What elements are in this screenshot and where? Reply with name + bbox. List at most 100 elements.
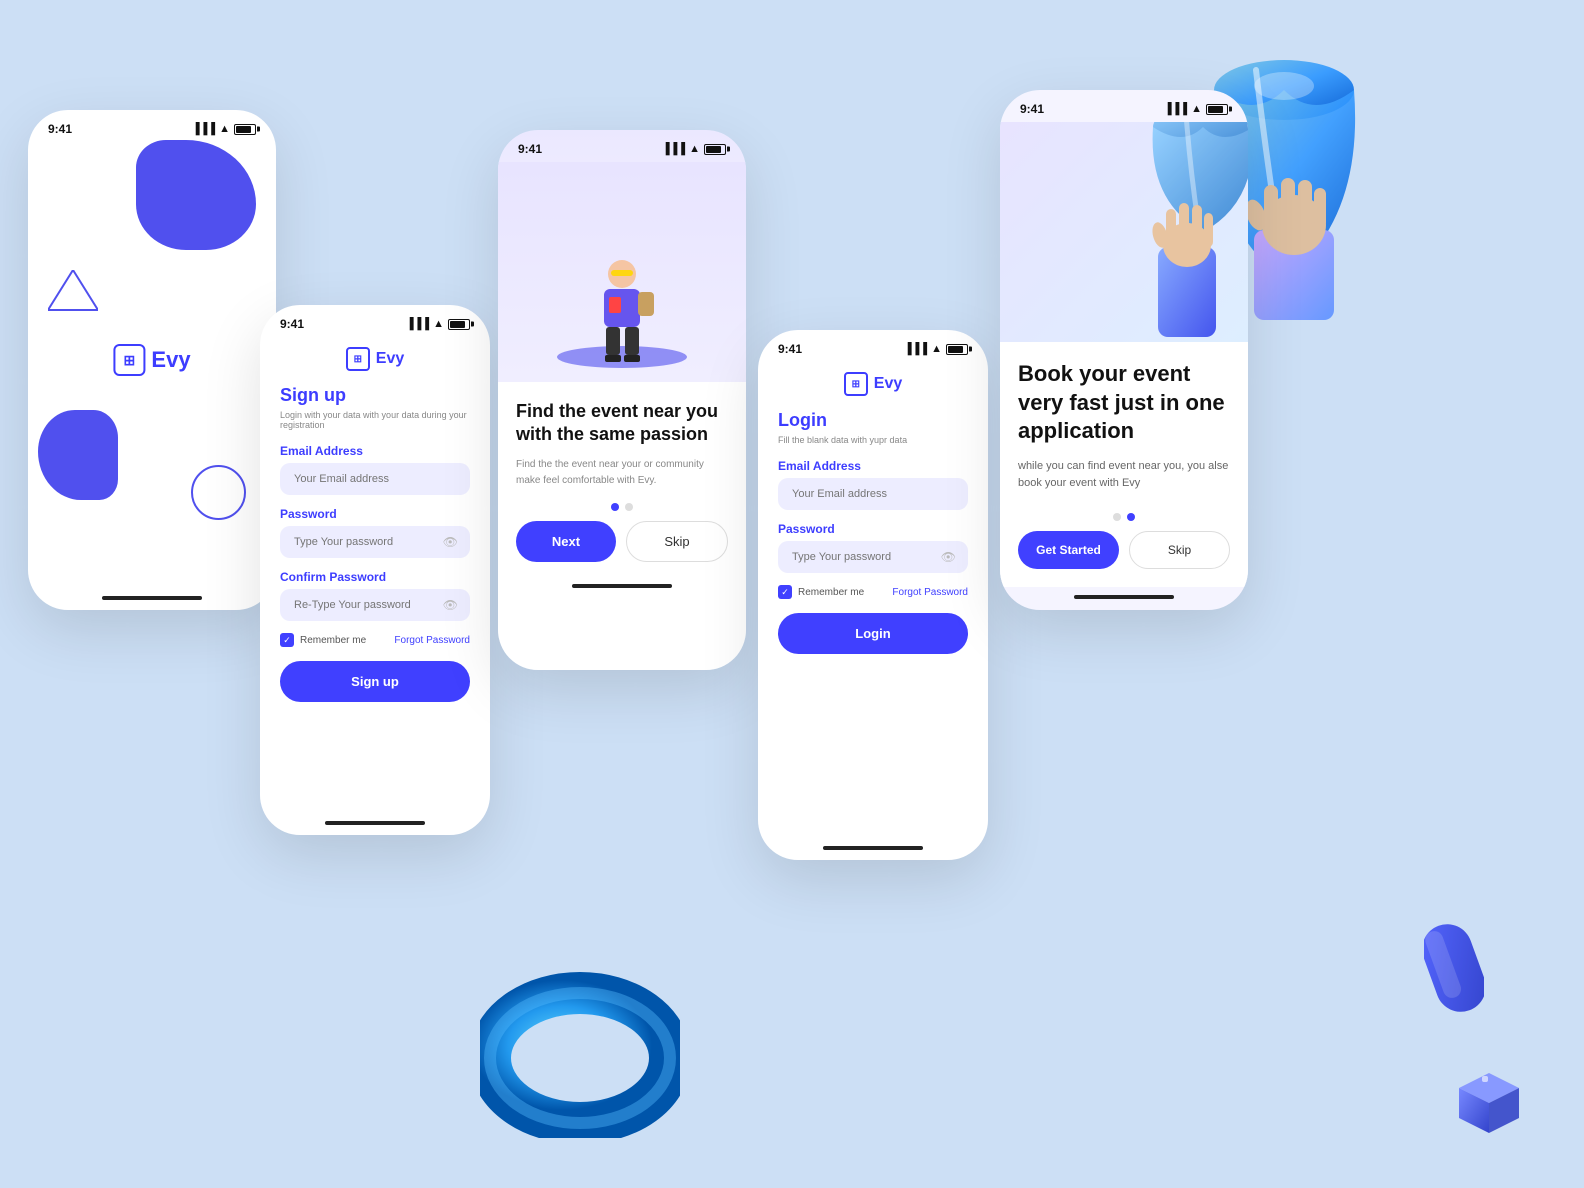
phone-splash: 9:41 ▐▐▐ ▲ ⊞ Evy: [28, 110, 276, 610]
email-input-wrapper-2: [280, 463, 470, 495]
home-bar-4: [823, 846, 923, 850]
onboard-desc: Find the the event near your or communit…: [516, 457, 728, 489]
email-label-2: Email Address: [280, 444, 470, 458]
figure-glasses: [611, 270, 633, 276]
home-bar-1: [102, 596, 202, 600]
battery-3: [704, 144, 726, 155]
dot-5-1: [1113, 513, 1121, 521]
password-input-4[interactable]: [778, 541, 968, 573]
forgot-password-link-4[interactable]: Forgot Password: [892, 587, 968, 598]
figure-foot-r: [624, 355, 640, 362]
battery-4: [946, 344, 968, 355]
confirm-label-2: Confirm Password: [280, 570, 470, 584]
wifi-icon: ▲: [219, 123, 230, 135]
password-label-4: Password: [778, 522, 968, 536]
splash-logo: ⊞ Evy: [113, 344, 190, 376]
status-bar-1: 9:41 ▐▐▐ ▲: [28, 110, 276, 142]
dot-5-2: [1127, 513, 1135, 521]
figure-feet: [604, 355, 640, 362]
blob-2: [38, 410, 118, 500]
home-bar-3: [572, 584, 672, 588]
login-logo-text: Evy: [874, 375, 902, 393]
logo-icon: ⊞: [113, 344, 145, 376]
remember-text-2: Remember me: [300, 635, 366, 646]
skip-button-5[interactable]: Skip: [1129, 531, 1230, 569]
triangle-deco: [48, 270, 98, 320]
remember-text-4: Remember me: [798, 587, 864, 598]
phone-login: 9:41 ▐▐▐ ▲ ⊞ Evy Login Fill the blank da…: [758, 330, 988, 860]
blob-1: [136, 140, 256, 250]
home-bar-2: [325, 821, 425, 825]
status-bar-5: 9:41 ▐▐▐ ▲: [1000, 90, 1248, 122]
onboard2-btn-row: Get Started Skip: [1018, 531, 1230, 569]
onboard-btn-row: Next Skip: [516, 521, 728, 562]
checkbox-label-2: ✓ Remember me: [280, 633, 366, 647]
login-title: Login: [778, 410, 968, 431]
status-bar-3: 9:41 ▐▐▐ ▲: [498, 130, 746, 162]
login-logo: ⊞ Evy: [844, 372, 902, 396]
email-input-2[interactable]: [280, 463, 470, 495]
dot-1: [611, 503, 619, 511]
eye-icon-4: 👁: [941, 550, 956, 564]
battery-5: [1206, 104, 1228, 115]
eye-icon-2: 👁: [443, 535, 458, 549]
email-input-4[interactable]: [778, 478, 968, 510]
dots-row-5: [1018, 513, 1230, 521]
figure-character: [604, 260, 640, 362]
login-button[interactable]: Login: [778, 613, 968, 654]
figure-head: [608, 260, 636, 288]
confirm-input-wrapper-2: 👁: [280, 589, 470, 621]
onboard-title: Find the event near you with the same pa…: [516, 400, 728, 447]
figure-torso: [604, 289, 640, 327]
signup-button[interactable]: Sign up: [280, 661, 470, 702]
login-subtitle: Fill the blank data with yupr data: [778, 435, 968, 445]
email-wrapper-4: [778, 478, 968, 510]
remember-row-4: ✓ Remember me Forgot Password: [778, 585, 968, 599]
battery-2: [448, 319, 470, 330]
phone-onboarding2: 9:41 ▐▐▐ ▲: [1000, 90, 1248, 610]
signal-5: ▐▐▐: [1164, 103, 1187, 115]
signup-logo-icon: ⊞: [346, 347, 370, 371]
figure-leg-r: [625, 327, 639, 355]
checkbox-2[interactable]: ✓: [280, 633, 294, 647]
status-icons-3: ▐▐▐ ▲: [662, 143, 726, 155]
signup-subtitle: Login with your data with your data duri…: [280, 410, 470, 430]
figure-backpack: [638, 292, 654, 316]
phone5-image-area: [1000, 122, 1248, 342]
forgot-password-link-2[interactable]: Forgot Password: [394, 635, 470, 646]
signup-logo-text: Evy: [376, 350, 404, 368]
onboard2-desc: while you can find event near you, you a…: [1018, 458, 1230, 493]
status-bar-2: 9:41 ▐▐▐ ▲: [260, 305, 490, 337]
time-3: 9:41: [518, 142, 542, 156]
signal-4: ▐▐▐: [904, 343, 927, 355]
time-1: 9:41: [48, 122, 72, 136]
time-4: 9:41: [778, 342, 802, 356]
next-button[interactable]: Next: [516, 521, 616, 562]
remember-row-2: ✓ Remember me Forgot Password: [280, 633, 470, 647]
wifi-2: ▲: [433, 318, 444, 330]
skip-button[interactable]: Skip: [626, 521, 728, 562]
password-input-2[interactable]: [280, 526, 470, 558]
signal-3: ▐▐▐: [662, 143, 685, 155]
signup-logo: ⊞ Evy: [346, 347, 404, 371]
phone-onboarding: 9:41 ▐▐▐ ▲: [498, 130, 746, 670]
figure-legs: [604, 327, 640, 355]
password-input-wrapper-2: 👁: [280, 526, 470, 558]
email-label-4: Email Address: [778, 459, 968, 473]
signup-title: Sign up: [280, 385, 470, 406]
eye-icon-confirm: 👁: [443, 598, 458, 612]
signal-icon: ▐▐▐: [192, 123, 215, 135]
status-icons-4: ▐▐▐ ▲: [904, 343, 968, 355]
wifi-5: ▲: [1191, 103, 1202, 115]
get-started-button[interactable]: Get Started: [1018, 531, 1119, 569]
wifi-3: ▲: [689, 143, 700, 155]
battery-icon: [234, 124, 256, 135]
checkbox-4[interactable]: ✓: [778, 585, 792, 599]
wifi-4: ▲: [931, 343, 942, 355]
confirm-input-2[interactable]: [280, 589, 470, 621]
status-icons-1: ▐▐▐ ▲: [192, 123, 256, 135]
logo-text: Evy: [151, 347, 190, 373]
time-2: 9:41: [280, 317, 304, 331]
figure-leg-l: [606, 327, 620, 355]
status-icons-5: ▐▐▐ ▲: [1164, 103, 1228, 115]
